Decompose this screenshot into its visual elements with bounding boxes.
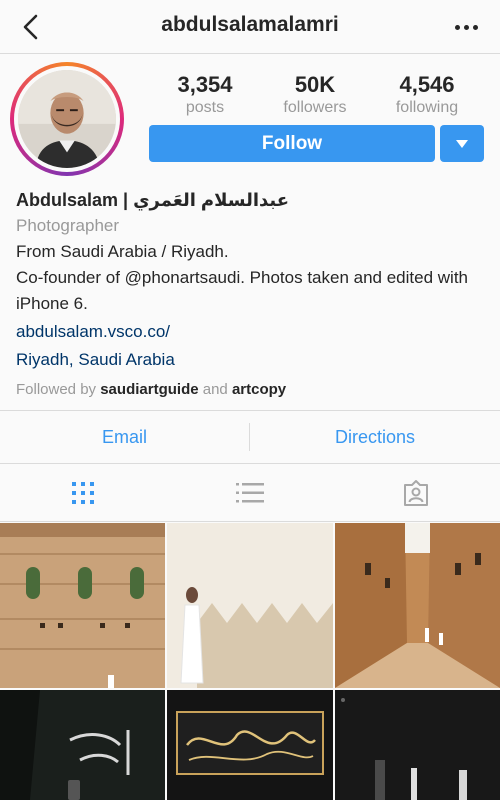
following-count: 4,546 bbox=[399, 72, 455, 97]
photo-grid bbox=[0, 523, 500, 800]
profile-bio: Abdulsalam | عبدالسلام العَمري Photograp… bbox=[16, 187, 486, 403]
tab-grid[interactable] bbox=[0, 464, 166, 521]
followed-by-user[interactable]: saudiartguide bbox=[100, 381, 198, 398]
stat-following[interactable]: 4,546 following bbox=[372, 72, 482, 117]
caret-down-icon bbox=[456, 139, 468, 148]
email-button[interactable]: Email bbox=[0, 411, 249, 463]
top-bar: abdulsalamalamri bbox=[0, 0, 500, 54]
contact-bar: Email Directions bbox=[0, 410, 500, 464]
stat-posts[interactable]: 3,354 posts bbox=[150, 72, 260, 117]
avatar bbox=[18, 70, 116, 168]
post-thumbnail[interactable] bbox=[335, 690, 500, 800]
tagged-icon bbox=[404, 479, 428, 506]
following-label: following bbox=[395, 99, 459, 116]
post-thumbnail[interactable] bbox=[167, 690, 333, 800]
followers-label: followers bbox=[283, 99, 347, 116]
followed-by-prefix: Followed by bbox=[16, 381, 97, 398]
grid-icon bbox=[72, 481, 94, 504]
follow-button[interactable]: Follow bbox=[149, 125, 435, 162]
bio-line: From Saudi Arabia / Riyadh. bbox=[16, 242, 229, 261]
posts-label: posts bbox=[185, 99, 225, 116]
list-icon bbox=[236, 482, 264, 502]
profile-category: Photographer bbox=[16, 216, 120, 235]
location-link[interactable]: Riyadh, Saudi Arabia bbox=[16, 347, 486, 373]
profile-username: abdulsalamalamri bbox=[161, 13, 339, 36]
post-thumbnail[interactable] bbox=[0, 690, 165, 800]
dot bbox=[472, 24, 478, 30]
suggested-accounts-button[interactable] bbox=[440, 125, 484, 162]
tab-tagged[interactable] bbox=[333, 464, 499, 521]
stat-followers[interactable]: 50K followers bbox=[260, 72, 370, 117]
followed-by-user[interactable]: artcopy bbox=[232, 381, 286, 398]
profile-avatar[interactable] bbox=[10, 62, 124, 176]
website-link[interactable]: abdulsalam.vsco.co/ bbox=[16, 319, 486, 345]
view-tabs bbox=[0, 464, 500, 522]
dot bbox=[454, 24, 460, 30]
followed-by: Followed by saudiartguide and artcopy bbox=[16, 377, 486, 403]
dot bbox=[463, 24, 469, 30]
post-thumbnail[interactable] bbox=[167, 523, 333, 688]
followed-by-and: and bbox=[202, 381, 228, 398]
more-options-button[interactable] bbox=[448, 10, 484, 44]
bio-line: Co-founder of @phonartsaudi. Photos take… bbox=[16, 268, 468, 313]
posts-count: 3,354 bbox=[177, 72, 233, 97]
post-thumbnail[interactable] bbox=[0, 523, 165, 688]
directions-button[interactable]: Directions bbox=[250, 411, 500, 463]
profile-full-name: Abdulsalam | عبدالسلام العَمري bbox=[16, 190, 290, 210]
followers-count: 50K bbox=[294, 72, 336, 97]
tab-list[interactable] bbox=[167, 464, 333, 521]
post-thumbnail[interactable] bbox=[335, 523, 500, 688]
